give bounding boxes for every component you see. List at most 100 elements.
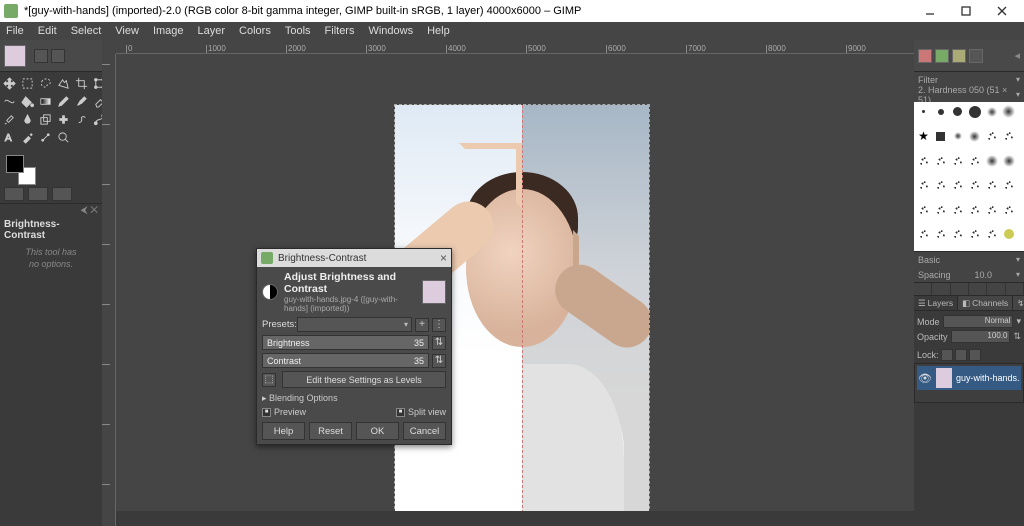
- heal-tool[interactable]: [56, 112, 71, 127]
- airbrush-tool[interactable]: [2, 112, 17, 127]
- brush-preset[interactable]: [1001, 104, 1016, 119]
- menu-layer[interactable]: Layer: [198, 25, 226, 37]
- edit-as-levels-button[interactable]: Edit these Settings as Levels: [282, 371, 446, 388]
- lock-position-button[interactable]: [955, 349, 967, 361]
- menu-filters[interactable]: Filters: [325, 25, 355, 37]
- lock-alpha-button[interactable]: [969, 349, 981, 361]
- cancel-button[interactable]: Cancel: [403, 422, 446, 440]
- fuzzy-select-tool[interactable]: [56, 76, 71, 91]
- presets-add-button[interactable]: +: [415, 318, 429, 332]
- fonts-tab-icon[interactable]: [952, 49, 966, 63]
- menu-file[interactable]: File: [6, 25, 24, 37]
- clone-tool[interactable]: [38, 112, 53, 127]
- move-tool[interactable]: [2, 76, 17, 91]
- brush-preset[interactable]: [933, 227, 948, 242]
- preview-checkbox[interactable]: Preview: [262, 407, 306, 417]
- active-gradient-indicator[interactable]: [52, 187, 72, 201]
- brush-preset[interactable]: [950, 202, 965, 217]
- contrast-spinner[interactable]: ⇅: [432, 354, 446, 368]
- brush-edit-button[interactable]: [914, 283, 932, 295]
- crop-tool[interactable]: [74, 76, 89, 91]
- patterns-tab-icon[interactable]: [935, 49, 949, 63]
- brush-preset[interactable]: [916, 104, 931, 119]
- menu-tools[interactable]: Tools: [285, 25, 311, 37]
- brush-preset[interactable]: [1001, 153, 1016, 168]
- color-picker-tool[interactable]: [20, 130, 35, 145]
- menu-select[interactable]: Select: [71, 25, 102, 37]
- brush-preset[interactable]: [984, 104, 999, 119]
- brush-preset[interactable]: [916, 129, 931, 144]
- brush-preset[interactable]: [984, 178, 999, 193]
- paintbrush-tool[interactable]: [74, 94, 89, 109]
- visibility-toggle-icon[interactable]: 👁: [918, 372, 932, 385]
- layer-name[interactable]: guy-with-hands.: [956, 373, 1020, 383]
- split-view-divider[interactable]: [522, 105, 523, 523]
- menu-image[interactable]: Image: [153, 25, 184, 37]
- pencil-tool[interactable]: [56, 94, 71, 109]
- brightness-slider[interactable]: Brightness 35: [262, 335, 429, 350]
- smudge-tool[interactable]: [74, 112, 89, 127]
- dock-config-icon[interactable]: [34, 49, 48, 63]
- brush-preset[interactable]: [984, 202, 999, 217]
- brush-preset[interactable]: [950, 178, 965, 193]
- image-thumbnail[interactable]: [4, 45, 26, 67]
- help-button[interactable]: Help: [262, 422, 305, 440]
- gradient-tool[interactable]: [38, 94, 53, 109]
- brush-preset[interactable]: [950, 104, 965, 119]
- dock-menu-icon[interactable]: ◂: [1014, 49, 1020, 62]
- dock-config-icon-2[interactable]: [51, 49, 65, 63]
- brush-preset[interactable]: [967, 153, 982, 168]
- text-tool[interactable]: A: [2, 130, 17, 145]
- opacity-slider[interactable]: 100.0: [951, 330, 1011, 343]
- free-select-tool[interactable]: [38, 76, 53, 91]
- rect-select-tool[interactable]: [20, 76, 35, 91]
- brush-preset[interactable]: [1001, 178, 1016, 193]
- layer-thumbnail[interactable]: [936, 368, 952, 388]
- brush-preset[interactable]: [933, 202, 948, 217]
- channels-tab[interactable]: ◧ Channels: [958, 296, 1013, 310]
- brush-preset[interactable]: [967, 227, 982, 242]
- brush-preset[interactable]: [967, 178, 982, 193]
- layers-tab[interactable]: ☰ Layers: [914, 296, 958, 310]
- measure-tool[interactable]: [38, 130, 53, 145]
- presets-menu-button[interactable]: ⋮: [432, 318, 446, 332]
- brush-preset[interactable]: [967, 104, 982, 119]
- presets-dropdown[interactable]: [297, 317, 412, 332]
- brush-preset[interactable]: [950, 129, 965, 144]
- brush-del-button[interactable]: [969, 283, 987, 295]
- bucket-fill-tool[interactable]: [20, 94, 35, 109]
- mode-dropdown[interactable]: Normal: [943, 315, 1014, 328]
- brush-preset[interactable]: [916, 153, 931, 168]
- warp-tool[interactable]: [2, 94, 17, 109]
- brush-preset[interactable]: [933, 178, 948, 193]
- split-view-checkbox[interactable]: Split view: [396, 407, 446, 417]
- brush-dup-button[interactable]: [951, 283, 969, 295]
- blending-options-expander[interactable]: ▸ Blending Options: [262, 391, 446, 406]
- window-close-button[interactable]: [984, 0, 1020, 22]
- brightness-spinner[interactable]: ⇅: [432, 336, 446, 350]
- active-pattern-indicator[interactable]: [28, 187, 48, 201]
- brush-preset[interactable]: [1001, 227, 1016, 242]
- brush-new-button[interactable]: [932, 283, 950, 295]
- brush-preset[interactable]: [967, 129, 982, 144]
- canvas[interactable]: [116, 54, 914, 511]
- ink-tool[interactable]: [20, 112, 35, 127]
- brush-preset[interactable]: [1001, 129, 1016, 144]
- brush-preset[interactable]: [950, 227, 965, 242]
- spacing-slider[interactable]: Spacing10.0: [914, 267, 1024, 282]
- brushes-tab-icon[interactable]: [918, 49, 932, 63]
- fg-color-swatch[interactable]: [6, 155, 24, 173]
- fg-bg-swatch[interactable]: [6, 155, 36, 185]
- dialog-close-button[interactable]: ×: [440, 251, 447, 265]
- reset-button[interactable]: Reset: [309, 422, 352, 440]
- menu-windows[interactable]: Windows: [368, 25, 413, 37]
- brush-preset[interactable]: [984, 227, 999, 242]
- brush-preset[interactable]: [916, 178, 931, 193]
- maximize-button[interactable]: [948, 0, 984, 22]
- brush-open-button[interactable]: [1006, 283, 1024, 295]
- layer-item[interactable]: 👁 guy-with-hands.: [917, 366, 1021, 390]
- dock-close-icon[interactable]: ⮜ ✕: [81, 205, 99, 216]
- menu-help[interactable]: Help: [427, 25, 450, 37]
- active-brush-indicator[interactable]: [4, 187, 24, 201]
- brush-preset[interactable]: [933, 153, 948, 168]
